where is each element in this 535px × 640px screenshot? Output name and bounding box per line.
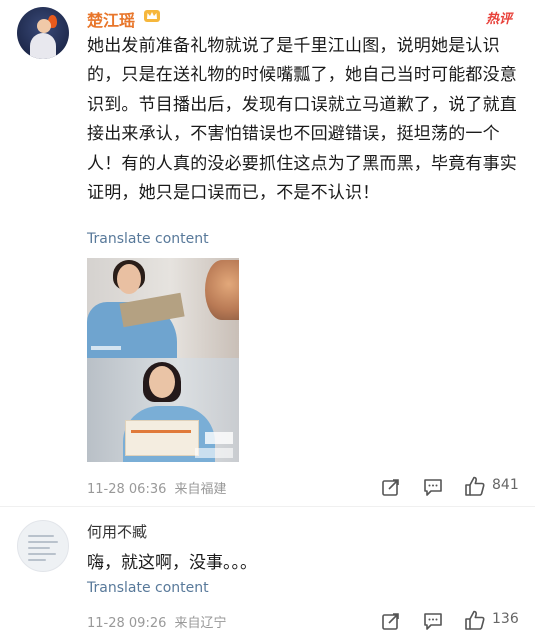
translate-link[interactable]: Translate content bbox=[87, 231, 209, 247]
image-frame-bottom bbox=[87, 358, 239, 462]
avatar-line bbox=[28, 535, 54, 537]
thumbs-up-icon bbox=[465, 476, 485, 496]
user-avatar[interactable] bbox=[17, 7, 69, 59]
comment-meta: 11-28 06:36 来自福建 bbox=[87, 478, 227, 497]
translate-link[interactable]: Translate content bbox=[87, 580, 209, 596]
image-subtitle-strip bbox=[205, 432, 233, 444]
comment-image[interactable] bbox=[87, 258, 239, 462]
user-avatar[interactable] bbox=[17, 520, 69, 572]
like-button[interactable]: 136 bbox=[464, 609, 524, 631]
image-face bbox=[149, 366, 175, 398]
comment-meta: 11-28 09:26 来自辽宁 bbox=[87, 612, 227, 631]
repost-icon bbox=[382, 613, 399, 630]
image-scroll bbox=[125, 420, 199, 456]
image-scroll-stripe bbox=[131, 430, 191, 433]
reply-button[interactable] bbox=[423, 477, 443, 499]
comment-text: 她出发前准备礼物就说了是千里江山图，说明她是认识的，只是在送礼物的时候嘴瓢了，她… bbox=[87, 36, 517, 204]
like-count: 841 bbox=[492, 477, 519, 493]
comment-location: 来自福建 bbox=[174, 482, 227, 497]
comment-username[interactable]: 楚江瑶 bbox=[87, 7, 135, 31]
reply-button[interactable] bbox=[423, 611, 443, 633]
avatar-line bbox=[28, 541, 58, 543]
avatar-figure-head bbox=[37, 19, 51, 33]
repost-button[interactable] bbox=[381, 611, 401, 633]
image-frame-top bbox=[87, 258, 239, 358]
comment-icon bbox=[424, 613, 442, 630]
image-painting bbox=[205, 260, 239, 320]
avatar-line bbox=[28, 559, 46, 561]
repost-button[interactable] bbox=[381, 477, 401, 499]
avatar-line bbox=[28, 553, 56, 555]
comment-username[interactable]: 何用不臧 bbox=[87, 521, 147, 542]
comment-timestamp: 11-28 09:26 bbox=[87, 616, 167, 631]
like-button[interactable]: 841 bbox=[464, 475, 524, 497]
image-subtitle-strip bbox=[195, 448, 233, 458]
comment-divider bbox=[0, 506, 535, 507]
image-book bbox=[119, 292, 185, 328]
repost-icon bbox=[382, 479, 399, 496]
avatar-figure-body bbox=[30, 33, 56, 59]
crown-icon bbox=[144, 10, 160, 22]
image-face bbox=[117, 264, 141, 294]
comment-timestamp: 11-28 06:36 bbox=[87, 482, 167, 497]
image-caption-strip bbox=[91, 346, 121, 350]
like-count: 136 bbox=[492, 611, 519, 627]
hot-comment-badge: 热评 bbox=[486, 12, 513, 27]
comment-icon bbox=[424, 479, 442, 496]
comment-text: 嗨，就这啊，没事。。。 bbox=[87, 553, 257, 573]
thumbs-up-icon bbox=[465, 610, 485, 630]
comment-location: 来自辽宁 bbox=[174, 616, 227, 631]
avatar-line bbox=[28, 547, 50, 549]
